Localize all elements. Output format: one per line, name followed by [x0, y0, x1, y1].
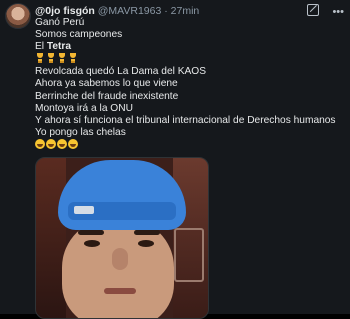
eye-left: [84, 240, 100, 247]
text-line-5: Revolcada quedó La Dama del KAOS: [35, 66, 207, 78]
trophy-emoji: [46, 53, 56, 64]
trophy-emoji-row: [35, 53, 345, 66]
nose: [112, 248, 128, 270]
eyebrow-right: [134, 230, 160, 235]
laughing-emoji-row: [35, 138, 345, 152]
tweet-text: Ganó Perú Somos campeones El Tetra Revol…: [35, 17, 345, 152]
laughing-emoji: [57, 138, 67, 149]
tweet-actions-top: •••: [297, 4, 344, 18]
laughing-emoji: [68, 138, 78, 149]
laughing-emoji: [46, 138, 56, 149]
user-handle[interactable]: @MAVR1963: [98, 5, 162, 17]
eyebrow-left: [78, 230, 104, 235]
separator-dot: ·: [164, 5, 168, 17]
text-line-2: Somos campeones: [35, 29, 123, 41]
background-wall: [36, 158, 66, 318]
tweet-header: @0jo fisgón @MAVR1963 · 27min: [35, 4, 199, 18]
text-line-9: Y ahora sí funciona el tribunal internac…: [35, 114, 336, 126]
text-line-3-bold: Tetra: [46, 41, 72, 53]
timestamp[interactable]: 27min: [171, 5, 200, 17]
avatar[interactable]: [5, 3, 31, 29]
background-shelf: [174, 228, 204, 282]
text-line-7: Berrinche del fraude inexistente: [35, 90, 179, 102]
text-line-3-prefix: El: [35, 41, 47, 53]
mouth: [104, 288, 136, 294]
text-line-6: Ahora ya sabemos lo que viene: [35, 78, 178, 90]
trophy-emoji: [68, 53, 78, 64]
text-line-10: Yo pongo las chelas: [35, 126, 126, 138]
grok-icon[interactable]: [307, 4, 320, 16]
tweet-card[interactable]: @0jo fisgón @MAVR1963 · 27min ••• Ganó P…: [0, 0, 350, 319]
trophy-emoji: [35, 53, 45, 64]
text-line-3: El Tetra: [35, 41, 345, 53]
cap-label: [74, 206, 94, 214]
trophy-emoji: [57, 53, 67, 64]
text-line-1: Ganó Perú: [35, 17, 85, 28]
display-name[interactable]: @0jo fisgón: [35, 5, 95, 17]
eye-right: [138, 240, 154, 247]
tweet-media-image[interactable]: [35, 157, 209, 319]
laughing-emoji: [35, 138, 45, 149]
text-line-8: Montoya irá a la ONU: [35, 102, 133, 114]
